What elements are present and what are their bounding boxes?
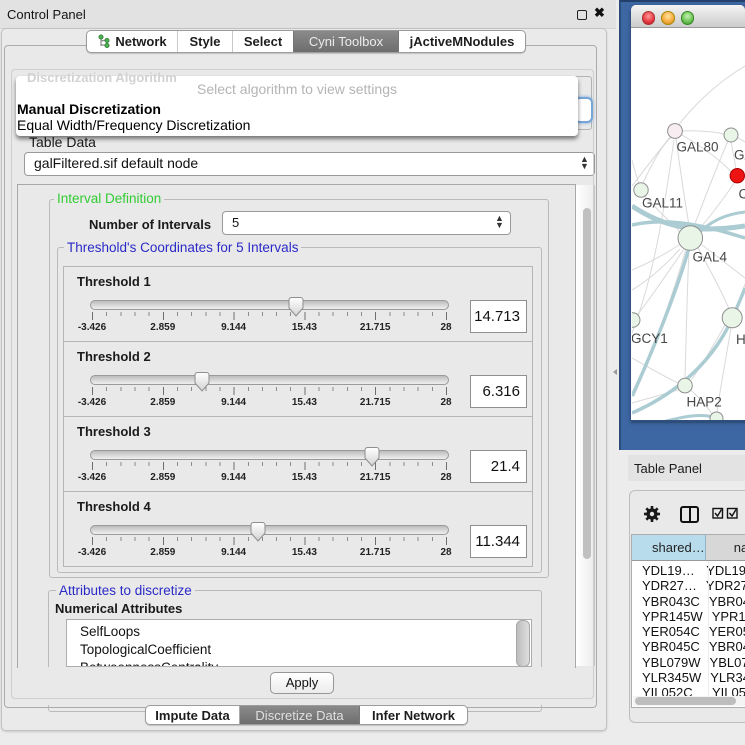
svg-text:H: H bbox=[736, 332, 745, 347]
svg-text:GCY1: GCY1 bbox=[632, 331, 668, 346]
svg-text:GAL80: GAL80 bbox=[677, 140, 719, 155]
svg-text:HAP2: HAP2 bbox=[687, 395, 722, 410]
svg-text:GAL11: GAL11 bbox=[642, 196, 683, 211]
svg-text:GAL4: GAL4 bbox=[693, 250, 728, 265]
svg-text:GA: GA bbox=[734, 148, 745, 163]
svg-text:C: C bbox=[739, 187, 745, 202]
